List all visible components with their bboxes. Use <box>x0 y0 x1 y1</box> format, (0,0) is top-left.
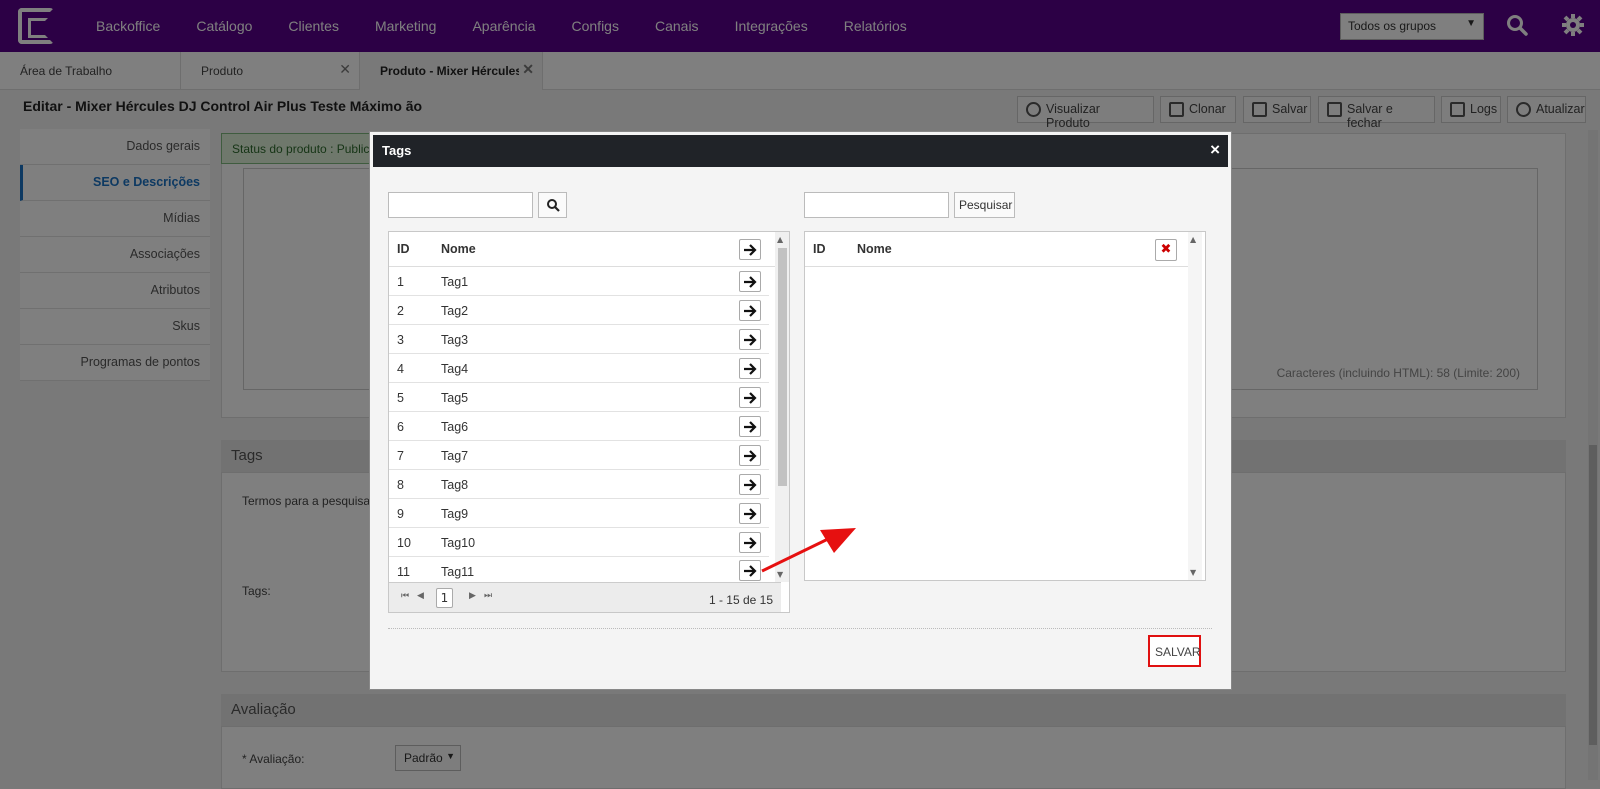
cell-nome: Tag2 <box>441 304 469 318</box>
cell-id: 5 <box>397 391 404 405</box>
grid-header: ID Nome <box>389 232 775 267</box>
modal-title: Tags <box>382 143 412 158</box>
add-tag-button[interactable] <box>739 387 761 408</box>
arrow-right-icon <box>744 363 757 375</box>
column-nome: Nome <box>857 242 892 256</box>
cell-id: 11 <box>397 565 410 579</box>
cell-id: 1 <box>397 275 404 289</box>
cell-nome: Tag4 <box>441 362 469 376</box>
grid-header: ID Nome ✖ <box>805 232 1188 267</box>
add-tag-button[interactable] <box>739 416 761 437</box>
next-page-icon[interactable]: ▶ <box>469 591 476 601</box>
scroll-up-icon[interactable]: ▲ <box>777 235 783 244</box>
selected-tags-grid: ID Nome ✖ ▲ ▼ <box>804 231 1206 581</box>
cell-id: 7 <box>397 449 404 463</box>
last-page-icon[interactable]: ⏭ <box>484 591 492 601</box>
cell-nome: Tag3 <box>441 333 469 347</box>
pager: ⏮ ◀ 1 ▶ ⏭ 1 - 15 de 15 <box>389 582 781 612</box>
cell-id: 10 <box>397 536 411 550</box>
arrow-right-icon <box>744 334 757 346</box>
close-icon[interactable]: × <box>1210 140 1220 160</box>
divider <box>388 628 1212 629</box>
add-tag-button[interactable] <box>739 503 761 524</box>
add-tag-button[interactable] <box>739 271 761 292</box>
add-tag-button[interactable] <box>739 300 761 321</box>
pager-range: 1 - 15 de 15 <box>708 593 773 607</box>
column-nome: Nome <box>441 242 476 256</box>
add-tag-button[interactable] <box>739 474 761 495</box>
cell-id: 9 <box>397 507 404 521</box>
grid-scrollbar[interactable]: ▲ ▼ <box>1188 232 1202 580</box>
table-row: 3 Tag3 <box>389 325 769 354</box>
modal-header: Tags × <box>373 135 1228 167</box>
table-row: 1 Tag1 <box>389 267 769 296</box>
arrow-right-icon <box>744 276 757 288</box>
arrow-right-icon <box>744 508 757 520</box>
cell-nome: Tag6 <box>441 420 469 434</box>
search-icon <box>547 199 560 212</box>
right-search-input[interactable] <box>804 192 949 218</box>
add-tag-button[interactable] <box>739 329 761 350</box>
scrollbar-thumb[interactable] <box>778 248 787 486</box>
save-button[interactable]: SALVAR <box>1148 635 1201 667</box>
cell-nome: Tag5 <box>441 391 469 405</box>
cell-id: 3 <box>397 333 404 347</box>
prev-page-icon[interactable]: ◀ <box>417 591 424 601</box>
first-page-icon[interactable]: ⏮ <box>401 591 409 601</box>
scroll-up-icon[interactable]: ▲ <box>1190 235 1196 244</box>
table-row: 9 Tag9 <box>389 499 769 528</box>
pesquisar-button[interactable]: Pesquisar <box>954 192 1015 218</box>
column-id: ID <box>813 242 826 256</box>
current-page[interactable]: 1 <box>436 588 453 608</box>
cell-id: 8 <box>397 478 404 492</box>
tags-modal: Tags × Pesquisar ID Nome 1 Tag1 2 Tag2 3… <box>369 131 1232 690</box>
cell-nome: Tag1 <box>441 275 469 289</box>
cell-nome: Tag7 <box>441 449 469 463</box>
arrow-right-icon <box>744 479 757 491</box>
table-row: 8 Tag8 <box>389 470 769 499</box>
table-row: 5 Tag5 <box>389 383 769 412</box>
table-row: 10 Tag10 <box>389 528 769 557</box>
left-search-button[interactable] <box>538 192 567 218</box>
table-row: 4 Tag4 <box>389 354 769 383</box>
table-row: 6 Tag6 <box>389 412 769 441</box>
remove-all-icon[interactable]: ✖ <box>1155 239 1177 261</box>
left-search-input[interactable] <box>388 192 533 218</box>
arrow-right-icon <box>744 305 757 317</box>
cell-nome: Tag9 <box>441 507 469 521</box>
arrow-right-icon <box>744 565 757 577</box>
cell-id: 4 <box>397 362 404 376</box>
cell-id: 6 <box>397 420 404 434</box>
scroll-down-icon[interactable]: ▼ <box>1190 568 1196 577</box>
column-id: ID <box>397 242 410 256</box>
arrow-right-icon <box>744 392 757 404</box>
arrow-right-icon <box>744 244 757 256</box>
cell-id: 2 <box>397 304 404 318</box>
annotation-arrow-icon <box>761 528 856 573</box>
available-tags-grid: ID Nome 1 Tag1 2 Tag2 3 Tag3 4 Tag4 5 Ta… <box>388 231 790 613</box>
table-row: 7 Tag7 <box>389 441 769 470</box>
arrow-right-icon <box>744 537 757 549</box>
arrow-right-icon <box>744 450 757 462</box>
cell-nome: Tag11 <box>441 565 475 579</box>
cell-nome: Tag10 <box>441 536 476 550</box>
add-all-button[interactable] <box>739 239 761 260</box>
save-button-label: SALVAR <box>1155 645 1201 659</box>
cell-nome: Tag8 <box>441 478 469 492</box>
add-tag-button[interactable] <box>739 358 761 379</box>
table-row: 11 Tag11 <box>389 557 769 582</box>
arrow-right-icon <box>744 421 757 433</box>
add-tag-button[interactable] <box>739 445 761 466</box>
table-row: 2 Tag2 <box>389 296 769 325</box>
